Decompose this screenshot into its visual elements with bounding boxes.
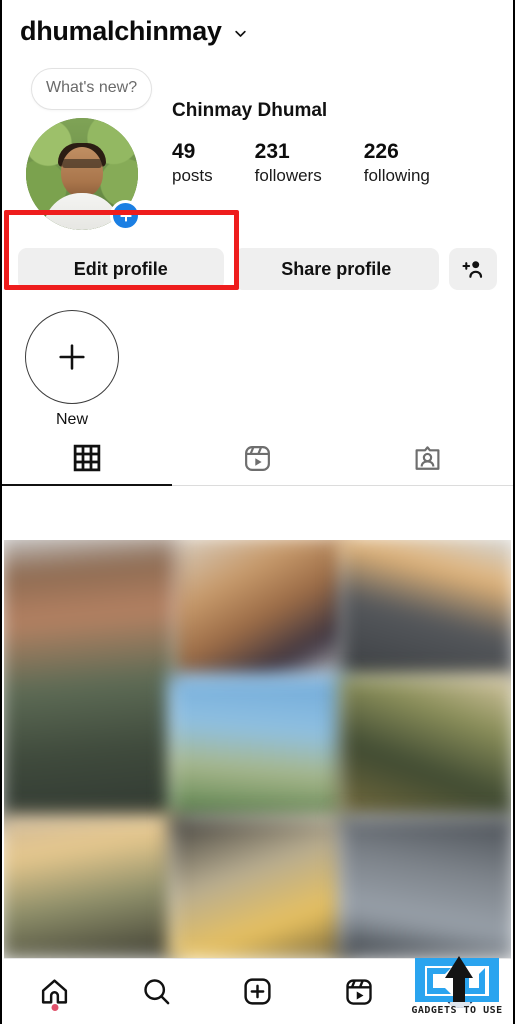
full-name: Chinmay Dhumal [172, 100, 328, 121]
followers-count: 231 [254, 140, 290, 163]
reels-icon [245, 445, 270, 471]
add-person-button[interactable] [449, 248, 497, 290]
posts-count: 49 [172, 140, 196, 163]
grid-post[interactable] [4, 540, 177, 825]
grid-post[interactable] [168, 675, 347, 821]
posts-label: posts [172, 166, 213, 186]
grid-post[interactable] [338, 540, 511, 682]
chevron-down-icon[interactable] [233, 26, 248, 41]
followers-label: followers [254, 166, 322, 186]
tab-grid[interactable] [2, 430, 173, 486]
grid-icon [73, 444, 101, 472]
instagram-profile-screen: dhumalchinmay What's new? Chinmay Dhumal… [0, 0, 515, 1024]
reels-icon [346, 978, 372, 1005]
whats-new-tooltip[interactable]: What's new? [31, 68, 153, 110]
profile-actions: Edit profile Share profile [2, 210, 513, 300]
add-person-icon [462, 261, 483, 278]
stat-posts[interactable]: 49 posts [172, 140, 213, 186]
avatar-face [61, 147, 103, 198]
username-title[interactable]: dhumalchinmay [20, 17, 222, 45]
highlight-new[interactable]: New [24, 310, 120, 429]
tab-reels[interactable] [172, 430, 342, 486]
stats-row: 49 posts 231 followers 226 following [172, 140, 497, 186]
tab-tagged[interactable] [343, 430, 513, 486]
profile-details: Chinmay Dhumal 49 posts 231 followers 22… [138, 62, 497, 186]
content-tabs [2, 430, 513, 486]
nav-profile[interactable] [410, 959, 511, 1024]
grid-post[interactable] [168, 814, 347, 958]
nav-create[interactable] [207, 959, 308, 1024]
tagged-icon [415, 445, 440, 470]
new-highlight-circle[interactable] [25, 310, 119, 404]
avatar-container[interactable] [26, 118, 141, 231]
following-count: 226 [363, 140, 399, 163]
edit-profile-button[interactable]: Edit profile [18, 248, 224, 290]
story-highlights: New [2, 300, 513, 429]
avatar-icon[interactable] [444, 975, 477, 1008]
grid-post[interactable] [168, 540, 347, 682]
plus-box-icon [244, 978, 271, 1005]
grid-post[interactable] [338, 814, 511, 958]
stat-followers[interactable]: 231 followers [255, 140, 322, 186]
nav-search[interactable] [105, 959, 206, 1024]
bottom-navigation [4, 958, 511, 1024]
highlight-label: New [55, 411, 88, 428]
nav-home[interactable] [4, 959, 105, 1024]
grid-post[interactable] [338, 675, 511, 821]
avatar-glasses [62, 159, 102, 169]
home-icon [42, 979, 68, 1004]
following-label: following [363, 166, 430, 186]
profile-summary: What's new? Chinmay Dhumal 49 posts 231 … [2, 62, 513, 232]
plus-icon [59, 344, 85, 370]
profile-header: dhumalchinmay [2, 0, 513, 62]
grid-post[interactable] [4, 814, 177, 958]
add-story-button[interactable] [110, 200, 141, 231]
search-icon [143, 979, 169, 1005]
share-profile-button[interactable]: Share profile [233, 248, 439, 290]
nav-reels[interactable] [308, 959, 409, 1024]
stat-following[interactable]: 226 following [364, 140, 430, 186]
posts-grid [4, 540, 511, 958]
home-notification-dot [51, 1004, 59, 1011]
nav-avatar-body [448, 996, 473, 1008]
